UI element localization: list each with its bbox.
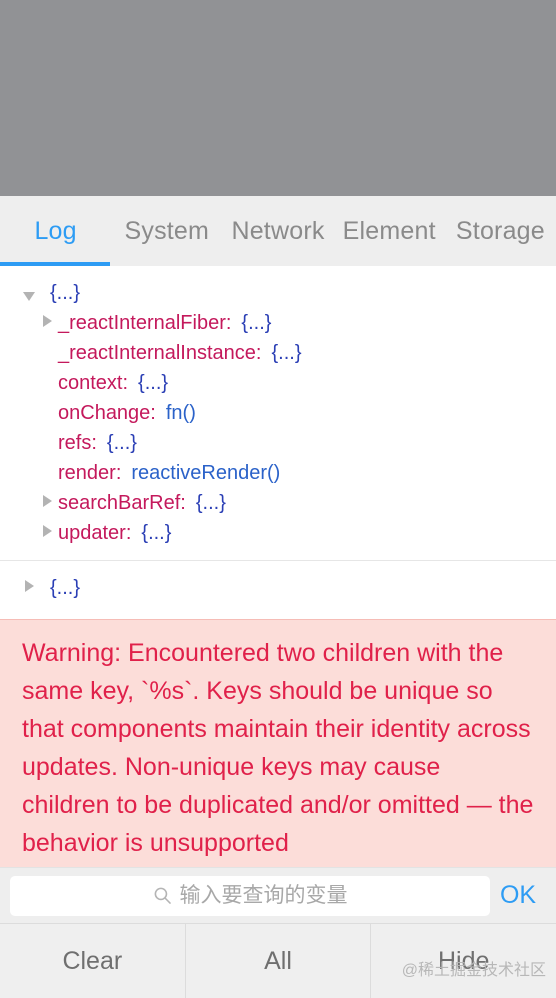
tree-row-key: _reactInternalFiber: <box>58 312 232 334</box>
clear-button[interactable]: Clear <box>0 924 185 998</box>
tree-row-key: searchBarRef: <box>58 492 186 514</box>
tree-row-value: {...} <box>50 282 81 304</box>
tree-row-value: {...} <box>141 522 172 544</box>
hide-button[interactable]: Hide <box>370 924 556 998</box>
tab-storage[interactable]: Storage <box>445 196 556 266</box>
chevron-down-icon[interactable] <box>18 278 40 308</box>
tree-row-key: updater: <box>58 522 132 544</box>
tab-system[interactable]: System <box>111 196 222 266</box>
tree-row-value: fn() <box>165 402 196 424</box>
log-entry-group: {...} <box>0 560 556 611</box>
tree-row[interactable]: {...} <box>0 573 556 603</box>
tab-log[interactable]: Log <box>0 196 111 266</box>
tree-row-key: context: <box>58 372 129 394</box>
tree-row-key: refs: <box>58 432 97 454</box>
console-bottom-toolbar: Clear All Hide @稀土掘金技术社区 <box>0 923 556 998</box>
tree-row[interactable]: render: reactiveRender() <box>0 458 556 488</box>
chevron-right-icon[interactable] <box>36 488 58 518</box>
tree-row[interactable]: context: {...} <box>0 368 556 398</box>
tree-row[interactable]: {...} <box>0 278 556 308</box>
tree-row-value: {...} <box>50 577 81 599</box>
chevron-right-icon[interactable] <box>18 573 40 603</box>
tree-row[interactable]: onChange: fn() <box>0 398 556 428</box>
tree-row-value: {...} <box>138 372 169 394</box>
tree-row[interactable]: searchBarRef: {...} <box>0 488 556 518</box>
tree-row-value: {...} <box>106 432 137 454</box>
chevron-right-icon[interactable] <box>36 518 58 548</box>
search-input[interactable] <box>10 875 490 916</box>
tree-row-value: reactiveRender() <box>131 462 281 484</box>
log-output-area[interactable]: {...} _reactInternalFiber: {...} _reactI… <box>0 266 556 619</box>
tree-row-value: {...} <box>271 342 302 364</box>
chevron-right-icon[interactable] <box>36 308 58 338</box>
tree-row-value: {...} <box>241 312 272 334</box>
search-input-wrap[interactable]: 输入要查询的变量 <box>10 875 490 916</box>
warning-message: Warning: Encountered two children with t… <box>0 619 556 867</box>
tree-row[interactable]: _reactInternalFiber: {...} <box>0 308 556 338</box>
console-tab-bar: Log System Network Element Storage <box>0 196 556 266</box>
dimmed-page-overlay <box>0 0 556 196</box>
tree-row[interactable]: refs: {...} <box>0 428 556 458</box>
tree-row-value: {...} <box>195 492 226 514</box>
log-entry-group: {...} _reactInternalFiber: {...} _reactI… <box>0 278 556 556</box>
tree-row-key: _reactInternalInstance: <box>58 342 262 364</box>
debug-console-panel: Log System Network Element Storage {...}… <box>0 0 556 998</box>
tree-row-key: onChange: <box>58 402 156 424</box>
tab-network[interactable]: Network <box>222 196 333 266</box>
tree-row[interactable]: _reactInternalInstance: {...} <box>0 338 556 368</box>
active-tab-indicator <box>0 262 110 266</box>
all-filter-button[interactable]: All <box>184 924 371 998</box>
tree-row[interactable]: updater: {...} <box>0 518 556 548</box>
variable-search-bar: 输入要查询的变量 OK <box>0 867 556 923</box>
search-confirm-button[interactable]: OK <box>490 881 546 910</box>
tree-row-key: render: <box>58 462 122 484</box>
tab-element[interactable]: Element <box>334 196 445 266</box>
